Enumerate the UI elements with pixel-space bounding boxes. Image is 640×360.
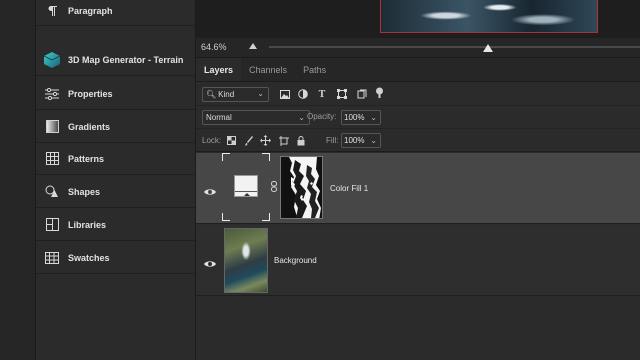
dock-item-label: Gradients: [68, 121, 111, 132]
dock-item-label: 3D Map Generator - Terrain: [68, 54, 184, 65]
libraries-icon: [38, 209, 66, 241]
blend-mode-select[interactable]: Normal ⌄: [202, 110, 310, 125]
dock-item-label: Properties: [68, 88, 113, 99]
fill-value: 100%: [344, 136, 365, 145]
filter-kind-label: Kind: [218, 90, 235, 99]
document-canvas[interactable]: [196, 0, 640, 38]
dock-item-patterns[interactable]: Patterns: [36, 143, 196, 175]
dock-item-label: Libraries: [68, 219, 107, 230]
dock-item-label: Patterns: [68, 153, 105, 164]
filter-kind-select[interactable]: 🔍︎ Kind ⌄: [202, 87, 269, 102]
layer-row-background[interactable]: Background: [196, 225, 640, 296]
tab-layers[interactable]: Layers: [196, 58, 242, 81]
dock-item-properties[interactable]: Properties: [36, 78, 196, 110]
paragraph-icon: [38, 0, 66, 27]
fill-label: Fill:: [326, 136, 339, 145]
layers-empty-area: [196, 296, 640, 360]
layer-name[interactable]: Background: [274, 256, 317, 265]
dock-item-shapes[interactable]: Shapes: [36, 176, 196, 208]
selection-corner: [222, 213, 230, 221]
dock-item-label: Paragraph: [68, 5, 113, 16]
background-layer-thumbnail[interactable]: [224, 228, 268, 293]
layer-row-color-fill[interactable]: Color Fill 1: [196, 153, 640, 224]
chevron-down-icon: ⌄: [370, 136, 377, 145]
blend-row: Normal ⌄ Opacity: 100% ⌄: [196, 107, 640, 129]
zoom-value[interactable]: 64.6%: [201, 42, 227, 52]
filter-toggle-icon[interactable]: [373, 86, 385, 98]
zoom-slider-thumb[interactable]: [482, 44, 493, 52]
selection-corner: [262, 153, 270, 161]
chevron-down-icon: ⌄: [298, 113, 305, 122]
color-fill-icon: [234, 175, 258, 197]
zoom-slider-track[interactable]: [269, 46, 640, 48]
dock-item-libraries[interactable]: Libraries: [36, 209, 196, 241]
layer-filter-row: 🔍︎ Kind ⌄ T: [196, 84, 640, 106]
fill-field[interactable]: 100% ⌄: [341, 133, 381, 148]
dock-item-gradients[interactable]: Gradients: [36, 111, 196, 143]
search-icon: 🔍︎: [206, 90, 217, 99]
tab-channels[interactable]: Channels: [241, 58, 295, 81]
blend-mode-value: Normal: [206, 113, 232, 122]
gradients-icon: [38, 111, 66, 143]
selection-corner: [222, 153, 230, 161]
dock-item-3d-map-generator[interactable]: 3D Map Generator - Terrain: [36, 44, 196, 76]
swatches-icon: [38, 242, 66, 274]
zoom-out-icon[interactable]: [249, 43, 257, 49]
lock-position-icon[interactable]: [260, 135, 271, 146]
opacity-field[interactable]: 100% ⌄: [341, 110, 381, 125]
link-chain-icon[interactable]: [271, 181, 277, 194]
tab-paths[interactable]: Paths: [295, 58, 334, 81]
patterns-icon: [38, 143, 66, 175]
layers-panel-tabs: Layers Channels Paths: [196, 58, 640, 82]
lock-transparent-icon[interactable]: [226, 135, 237, 146]
panel-dock: Paragraph 3D Map Generator - Terrain Pro…: [36, 0, 196, 360]
adjustment-filter-icon[interactable]: [297, 88, 309, 100]
opacity-label: Opacity:: [307, 112, 337, 121]
smart-object-filter-icon[interactable]: [356, 88, 368, 100]
lock-all-icon[interactable]: [295, 135, 306, 146]
type-filter-icon[interactable]: T: [316, 88, 328, 100]
layer-name[interactable]: Color Fill 1: [330, 184, 368, 193]
shape-filter-icon[interactable]: [336, 88, 348, 100]
chevron-down-icon: ⌄: [370, 113, 377, 122]
dock-item-swatches[interactable]: Swatches: [36, 242, 196, 274]
dock-item-label: Swatches: [68, 252, 110, 263]
properties-icon: [38, 78, 66, 110]
dock-item-paragraph[interactable]: Paragraph: [36, 0, 196, 26]
lock-label: Lock:: [202, 136, 222, 145]
image-filter-icon[interactable]: [279, 88, 291, 100]
terrain-icon: [38, 44, 66, 76]
visibility-eye-icon[interactable]: [204, 183, 216, 195]
fill-layer-thumbnail[interactable]: [222, 153, 270, 221]
toolbar-gutter: [0, 0, 36, 360]
layers-panel: Layers Channels Paths 🔍︎ Kind ⌄ T Normal…: [196, 58, 640, 360]
opacity-value: 100%: [344, 113, 365, 122]
lock-paint-icon[interactable]: [244, 135, 255, 146]
lock-artboard-icon[interactable]: [278, 135, 289, 146]
canvas-image[interactable]: [380, 0, 598, 33]
visibility-eye-icon[interactable]: [204, 255, 216, 267]
selection-corner: [262, 213, 270, 221]
shapes-icon: [38, 176, 66, 208]
lock-row: Lock: Fill: 100% ⌄: [196, 130, 640, 152]
zoom-bar: 64.6%: [196, 38, 640, 58]
chevron-down-icon: ⌄: [257, 89, 264, 98]
layer-mask-thumbnail[interactable]: [280, 156, 323, 219]
dock-item-label: Shapes: [68, 186, 101, 197]
